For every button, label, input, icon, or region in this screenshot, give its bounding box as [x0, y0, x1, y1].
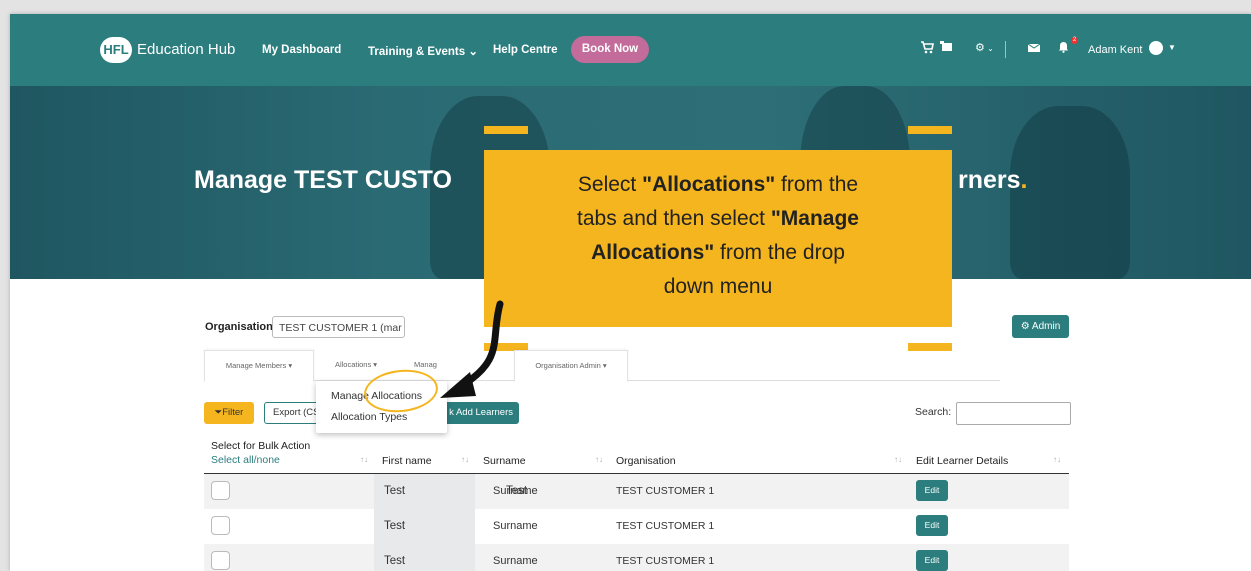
cell-first-name: Test	[506, 485, 528, 497]
callout-part-bold: "Allocations"	[642, 173, 776, 196]
menu-item-allocation-types[interactable]: Allocation Types	[331, 411, 407, 423]
nav-my-dashboard[interactable]: My Dashboard	[262, 44, 341, 56]
callout-tick	[908, 126, 952, 134]
callout-line: Select "Allocations" from the	[484, 168, 952, 202]
sort-icon[interactable]: ↑↓	[595, 455, 603, 464]
bell-icon[interactable]	[1058, 41, 1069, 56]
mail-icon[interactable]	[1027, 41, 1041, 56]
select-all-link[interactable]: Select all/none	[211, 454, 280, 466]
app-window: HFL Education Hub My Dashboard Training …	[10, 14, 1251, 571]
callout-part: down menu	[663, 275, 773, 298]
page-title: Manage TEST CUSTO	[194, 166, 452, 194]
filter-button[interactable]: ⏷Filter	[204, 402, 254, 424]
instruction-callout: Select "Allocations" from the tabs and t…	[484, 150, 952, 327]
edit-button[interactable]: Edit	[916, 550, 948, 571]
user-menu-chevron-icon[interactable]: ▼	[1168, 43, 1176, 52]
logo-text[interactable]: Education Hub	[137, 41, 235, 58]
sort-icon[interactable]: ↑↓	[360, 455, 368, 464]
callout-part: Select	[577, 173, 643, 196]
table-row: Surname TEST CUSTOMER 1 Edit	[204, 509, 1069, 544]
tab-organisation-admin[interactable]: Organisation Admin ▾	[514, 350, 628, 382]
admin-button-label: Admin	[1031, 321, 1061, 332]
callout-line: tabs and then select "Manage	[484, 202, 952, 236]
callout-part-bold: "Manage	[770, 207, 859, 230]
tab-manage-members[interactable]: Manage Members ▾	[204, 350, 314, 382]
cell-organisation: TEST CUSTOMER 1	[616, 555, 715, 567]
hero-figure	[1010, 106, 1130, 279]
pointer-arrow	[440, 300, 504, 398]
callout-line: down menu	[484, 270, 952, 304]
sort-icon[interactable]: ↑↓	[894, 455, 902, 464]
basket-icon[interactable]	[940, 41, 954, 57]
top-navbar: HFL Education Hub My Dashboard Training …	[10, 14, 1251, 86]
callout-part: from the	[775, 173, 859, 196]
page-title-dot: .	[1020, 166, 1028, 194]
first-name-column: Test Test Test	[374, 474, 475, 571]
hfl-logo[interactable]: HFL	[100, 37, 132, 63]
search-input[interactable]	[956, 402, 1071, 425]
sort-icon[interactable]: ↑↓	[461, 455, 469, 464]
row-checkbox[interactable]	[211, 516, 230, 535]
callout-part-bold: Allocations"	[591, 241, 715, 264]
organisation-select[interactable]: TEST CUSTOMER 1 (mar	[272, 316, 405, 338]
cell-first-name: Test	[384, 555, 406, 567]
notification-badge: 2	[1071, 37, 1078, 44]
callout-part: from the drop	[714, 241, 845, 264]
callout-line: Allocations" from the drop	[484, 236, 952, 270]
gear-icon[interactable]: ⚙ ⌄	[975, 41, 994, 54]
nav-training-events[interactable]: Training & Events ⌄	[368, 44, 478, 58]
table-row: Test Surname TEST CUSTOMER 1 Edit	[204, 474, 1069, 509]
avatar-icon[interactable]	[1149, 41, 1163, 55]
column-header-first-name[interactable]: First name	[382, 455, 432, 467]
search-label: Search:	[915, 406, 952, 418]
admin-button[interactable]: ⚙ Admin	[1012, 315, 1069, 338]
cart-icon[interactable]	[920, 41, 934, 57]
cell-first-name: Test	[384, 520, 406, 532]
table-row: Surname TEST CUSTOMER 1 Edit	[204, 544, 1069, 571]
callout-text: Select "Allocations" from the tabs and t…	[484, 168, 952, 304]
nav-help-centre[interactable]: Help Centre	[493, 44, 558, 56]
row-checkbox[interactable]	[211, 481, 230, 500]
user-name[interactable]: Adam Kent	[1088, 44, 1142, 56]
column-header-surname[interactable]: Surname	[483, 455, 526, 467]
column-header-organisation[interactable]: Organisation	[616, 455, 676, 467]
filter-button-label: Filter	[222, 407, 244, 418]
edit-button[interactable]: Edit	[916, 480, 948, 501]
bulk-action-header: Select for Bulk Action	[211, 440, 311, 452]
row-checkbox[interactable]	[211, 551, 230, 570]
sort-icon[interactable]: ↑↓	[1053, 455, 1061, 464]
cell-surname: Surname	[493, 555, 538, 567]
column-header-edit-learner[interactable]: Edit Learner Details	[916, 455, 1008, 467]
chevron-down-icon: ⌄	[468, 46, 478, 58]
nav-divider	[1005, 41, 1006, 58]
cell-organisation: TEST CUSTOMER 1	[616, 485, 715, 497]
organisation-label: Organisation	[205, 321, 273, 333]
callout-part: tabs and then select	[577, 207, 771, 230]
gear-icon: ⚙	[1020, 321, 1030, 332]
cell-surname: Surname	[493, 520, 538, 532]
nav-training-events-label: Training & Events	[368, 46, 466, 58]
edit-button[interactable]: Edit	[916, 515, 948, 536]
export-button[interactable]: Export (CS	[264, 402, 324, 424]
page-title-end-text: rners	[958, 166, 1021, 194]
cell-organisation: TEST CUSTOMER 1	[616, 520, 715, 532]
cell-first-name: Test	[384, 485, 406, 497]
page-title-end: rners.	[958, 166, 1028, 195]
callout-tick	[484, 126, 528, 134]
book-now-button[interactable]: Book Now	[571, 36, 649, 63]
